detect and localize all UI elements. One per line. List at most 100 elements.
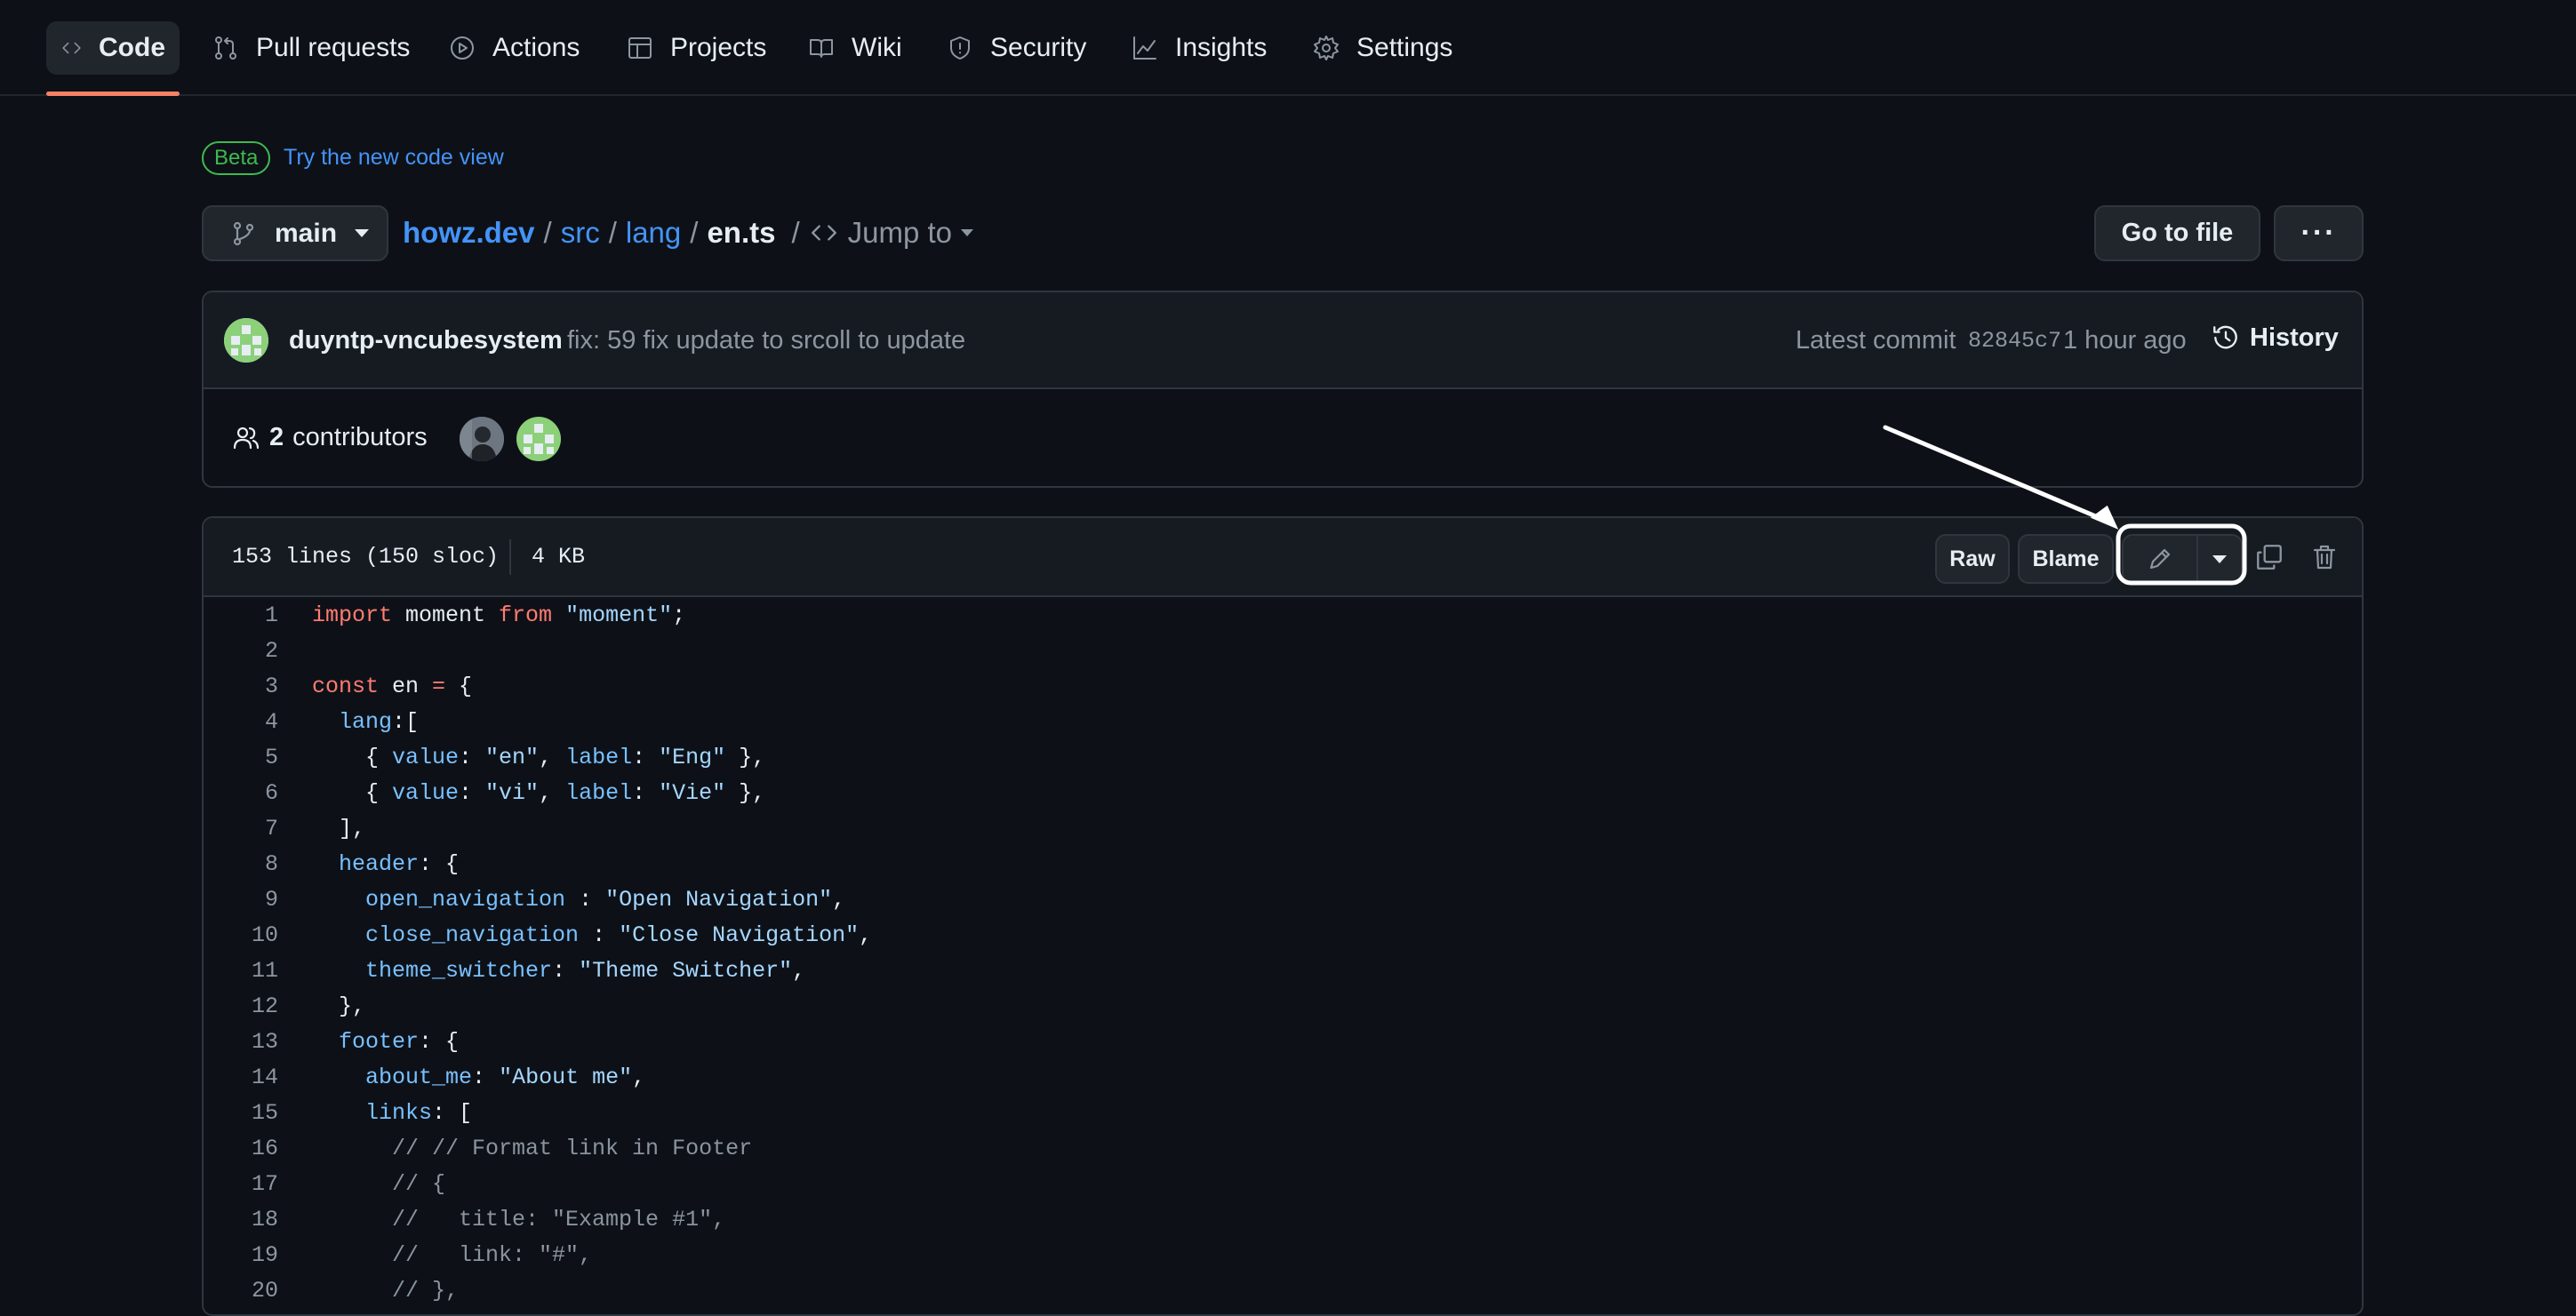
code-line: 12 }, (204, 989, 2362, 1025)
breadcrumb-separator: / (791, 216, 800, 249)
line-number[interactable]: 4 (204, 705, 278, 740)
line-number[interactable]: 17 (204, 1167, 278, 1202)
commit-message[interactable]: fix: 59 fix update to srcoll to update (567, 326, 965, 355)
contributor-avatar[interactable] (516, 417, 561, 461)
code-text: footer: { (339, 1029, 460, 1055)
chevron-down-icon (961, 229, 974, 236)
delete-file-button[interactable] (2307, 539, 2342, 575)
file-lines: 153 lines (150 sloc) (232, 544, 500, 570)
breadcrumb-separator: / (543, 216, 552, 249)
latest-commit-box: duyntp-vncubesystem fix: 59 fix update t… (202, 291, 2364, 488)
breadcrumb-repo[interactable]: howz.dev (403, 216, 535, 250)
history-button[interactable]: History (2211, 323, 2339, 353)
line-number[interactable]: 10 (204, 918, 278, 953)
table-icon (628, 37, 652, 59)
avatar[interactable] (224, 318, 268, 363)
avatar-photo (460, 417, 504, 461)
go-to-file-button[interactable]: Go to file (2094, 205, 2260, 261)
book-icon (810, 39, 833, 58)
line-number[interactable]: 16 (204, 1131, 278, 1167)
code-line: 16 // // Format link in Footer (204, 1131, 2362, 1167)
tab-pull-requests[interactable]: Pull requests (197, 21, 424, 75)
file-viewer: 153 lines (150 sloc) 4 KB Raw Blame 1 imp… (202, 516, 2364, 1316)
line-number[interactable]: 1 (204, 598, 278, 634)
try-new-code-view-link[interactable]: Try the new code view (284, 145, 504, 171)
tab-security[interactable]: Security (932, 21, 1100, 75)
history-icon (2213, 325, 2237, 349)
breadcrumb-file: en.ts (707, 216, 776, 249)
contributor-avatar[interactable] (460, 417, 504, 461)
tab-insights[interactable]: Insights (1116, 21, 1281, 75)
pencil-icon (2149, 548, 2171, 570)
line-number[interactable]: 18 (204, 1202, 278, 1238)
raw-button[interactable]: Raw (1935, 534, 2010, 584)
line-number[interactable]: 2 (204, 634, 278, 669)
code-text: about_me: "About me", (365, 1065, 646, 1090)
code-text: // link: "#", (312, 1242, 593, 1268)
tab-projects[interactable]: Projects (612, 21, 780, 75)
breadcrumb-dir-lang[interactable]: lang (626, 216, 681, 250)
code-line: 18 // title: "Example #1", (204, 1202, 2362, 1238)
line-number[interactable]: 20 (204, 1273, 278, 1309)
code-text: // }, (312, 1278, 460, 1304)
tab-code[interactable]: Code (46, 21, 180, 96)
identicon (224, 318, 268, 363)
edit-file-button[interactable] (2124, 536, 2198, 582)
code-text: header: { (339, 851, 460, 877)
history-label: History (2250, 323, 2339, 352)
commit-header: duyntp-vncubesystem fix: 59 fix update t… (204, 292, 2362, 389)
line-number[interactable]: 8 (204, 847, 278, 882)
commit-author[interactable]: duyntp-vncubesystem (289, 326, 563, 355)
contributors-label: contributors (292, 423, 428, 451)
repo-nav: Code Pull requests Actions Projects Wiki… (0, 0, 2576, 96)
jump-to-label: Jump to (847, 216, 953, 249)
line-number[interactable]: 11 (204, 953, 278, 989)
code-text: }, (312, 993, 366, 1019)
line-number[interactable]: 6 (204, 776, 278, 811)
code-line: 17 // { (204, 1167, 2362, 1202)
chevron-down-icon (355, 229, 370, 237)
branch-name: main (275, 218, 338, 248)
more-options-button[interactable]: ··· (2274, 205, 2364, 261)
blame-button[interactable]: Blame (2018, 534, 2114, 584)
line-number[interactable]: 13 (204, 1025, 278, 1060)
divider (509, 539, 511, 575)
trash-icon (2313, 545, 2336, 570)
code-line: 7 ], (204, 811, 2362, 847)
tab-actions[interactable]: Actions (434, 21, 594, 75)
commit-sha[interactable]: 82845c7 (1968, 328, 2061, 354)
contributors[interactable]: 2 contributors (232, 423, 428, 452)
jump-to-menu[interactable]: / Jump to (791, 216, 974, 250)
breadcrumb-separator: / (608, 216, 617, 249)
copy-icon (2257, 545, 2282, 570)
line-number[interactable]: 7 (204, 811, 278, 847)
line-number[interactable]: 3 (204, 669, 278, 705)
code-line: 20 // }, (204, 1273, 2362, 1309)
breadcrumb-separator: / (690, 216, 699, 249)
line-number[interactable]: 14 (204, 1060, 278, 1096)
people-icon (233, 427, 260, 449)
code-line: 11 theme_switcher: "Theme Switcher", (204, 953, 2362, 989)
identicon (516, 417, 561, 461)
branch-selector[interactable]: main (202, 205, 388, 261)
edit-options-dropdown[interactable] (2198, 536, 2241, 582)
code-line: 15 links: [ (204, 1096, 2362, 1131)
code-text: { value: "vi", label: "Vie" }, (312, 780, 766, 806)
code-text: close_navigation : "Close Navigation", (365, 922, 873, 948)
line-number[interactable]: 15 (204, 1096, 278, 1131)
copy-raw-button[interactable] (2252, 539, 2287, 575)
code-line: 1 import moment from "moment"; (204, 598, 2362, 634)
play-icon (451, 36, 474, 60)
edit-file-button-group[interactable] (2122, 534, 2243, 584)
line-number[interactable]: 12 (204, 989, 278, 1025)
line-number[interactable]: 9 (204, 882, 278, 918)
code-text: // { (312, 1171, 446, 1197)
tab-settings[interactable]: Settings (1298, 21, 1467, 75)
code-body: 1 import moment from "moment"; 2 3 const e… (204, 598, 2362, 1314)
breadcrumb-dir-src[interactable]: src (561, 216, 600, 250)
code-icon (62, 42, 81, 54)
line-number[interactable]: 19 (204, 1238, 278, 1273)
tab-wiki[interactable]: Wiki (793, 21, 916, 75)
breadcrumb: howz.dev / src / lang / en.ts / Jump to (403, 216, 974, 250)
line-number[interactable]: 5 (204, 740, 278, 776)
